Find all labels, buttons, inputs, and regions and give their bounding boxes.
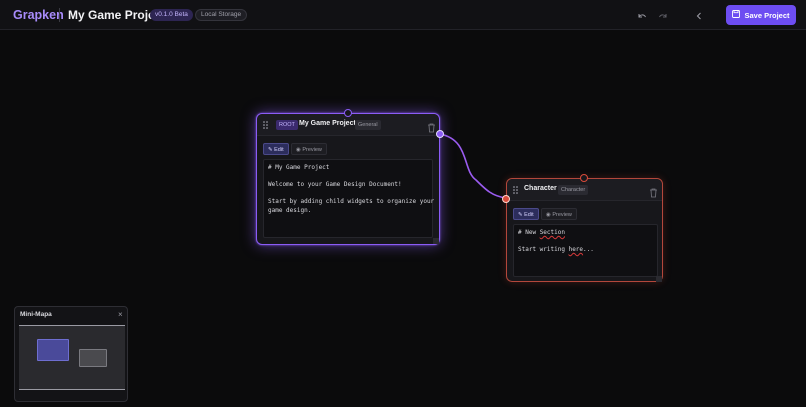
drag-handle-icon[interactable] <box>263 121 269 130</box>
input-port[interactable] <box>580 174 588 182</box>
editor-line: Start writing here... <box>518 246 653 255</box>
markdown-editor[interactable]: # New Section Start writing here... <box>513 224 658 277</box>
editor-text: Start writing <box>518 246 569 253</box>
tab-preview[interactable]: ◉ Preview <box>291 143 327 155</box>
misspelled-word: Section <box>539 229 565 236</box>
editor-line: Start by adding child widgets to organiz… <box>268 198 435 205</box>
tab-preview-label: Preview <box>302 147 322 153</box>
resize-handle[interactable] <box>433 238 439 244</box>
output-port[interactable] <box>436 130 444 138</box>
connection-edge <box>439 133 507 199</box>
eye-icon: ◉ <box>296 147 301 153</box>
incoming-port[interactable] <box>502 195 510 203</box>
character-node[interactable]: Character Character ✎ Edit ◉ Preview # N… <box>506 178 663 282</box>
root-node[interactable]: ROOT My Game Project General ✎ Edit ◉ Pr… <box>256 113 440 245</box>
eye-icon: ◉ <box>546 212 551 218</box>
node-header[interactable]: Character Character <box>507 179 662 201</box>
minimap-panel[interactable]: Mini-Mapa × <box>14 306 128 402</box>
pencil-icon: ✎ <box>518 212 523 218</box>
node-type-tag: Character <box>558 185 589 195</box>
minimap-bottom-edge <box>19 389 125 400</box>
close-icon[interactable]: × <box>118 310 123 319</box>
drag-handle-icon[interactable] <box>513 186 519 195</box>
node-title: Character <box>524 185 557 192</box>
tab-edit[interactable]: ✎ Edit <box>513 208 539 220</box>
editor-line: Welcome to your Game Design Document! <box>268 181 402 188</box>
minimap-title: Mini-Mapa <box>20 311 52 318</box>
minimap-node-root[interactable] <box>37 339 69 361</box>
minimap-viewport[interactable] <box>19 322 125 400</box>
tab-preview-label: Preview <box>552 212 572 218</box>
node-type-tag: General <box>355 120 381 130</box>
misspelled-word: here <box>568 246 584 253</box>
editor-text: # New <box>518 229 540 236</box>
editor-line: game design. <box>268 206 312 214</box>
editor-line: # New Section <box>518 229 653 238</box>
markdown-editor[interactable]: # My Game Project Welcome to your Game D… <box>263 159 435 238</box>
node-header[interactable]: ROOT My Game Project General <box>257 114 439 136</box>
minimap-top-edge <box>19 322 125 326</box>
tab-edit-label: Edit <box>274 147 284 153</box>
tab-edit-label: Edit <box>524 212 534 218</box>
input-port[interactable] <box>344 109 352 117</box>
resize-handle[interactable] <box>656 276 662 282</box>
root-tag: ROOT <box>276 120 298 130</box>
tab-preview[interactable]: ◉ Preview <box>541 208 577 220</box>
minimap-node-character[interactable] <box>79 349 107 367</box>
editor-line: # My Game Project <box>268 164 330 171</box>
pencil-icon: ✎ <box>268 147 273 153</box>
delete-icon[interactable] <box>649 185 658 198</box>
editor-text: ... <box>583 246 594 253</box>
delete-icon[interactable] <box>427 120 436 133</box>
node-title: My Game Project <box>299 120 356 127</box>
tab-edit[interactable]: ✎ Edit <box>263 143 289 155</box>
